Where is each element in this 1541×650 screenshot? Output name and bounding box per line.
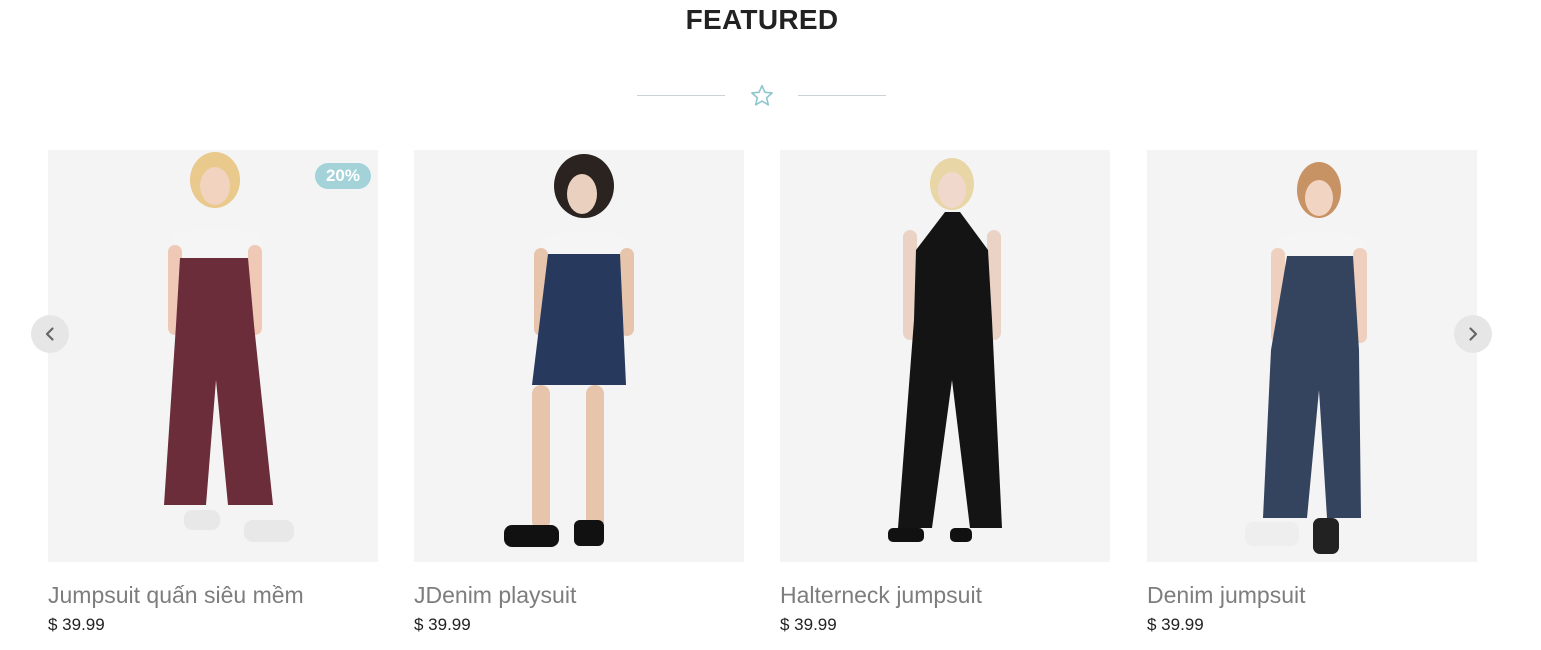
product-image[interactable] xyxy=(414,150,744,562)
model-denim-playsuit-photo xyxy=(504,154,634,547)
chevron-right-icon xyxy=(1469,327,1478,341)
product-card[interactable]: Denim jumpsuit $ 39.99 xyxy=(1147,150,1477,640)
product-card[interactable]: Halterneck jumpsuit $ 39.99 xyxy=(780,150,1110,640)
model-wine-jumpsuit-photo xyxy=(164,152,294,542)
carousel-next-button[interactable] xyxy=(1454,315,1492,353)
product-image[interactable] xyxy=(780,150,1110,562)
product-card[interactable]: 20% Jumpsuit quấn siêu mềm $ 39.99 xyxy=(48,150,378,640)
product-name[interactable]: Halterneck jumpsuit xyxy=(780,582,982,609)
product-image[interactable]: 20% xyxy=(48,150,378,562)
model-black-halterneck-jumpsuit-photo xyxy=(888,158,1002,542)
product-price: $ 39.99 xyxy=(48,615,105,634)
product-name[interactable]: Jumpsuit quấn siêu mềm xyxy=(48,582,304,609)
star-outline-icon xyxy=(751,84,773,106)
carousel-prev-button[interactable] xyxy=(31,315,69,353)
product-image[interactable] xyxy=(1147,150,1477,562)
chevron-left-icon xyxy=(45,327,54,341)
product-name[interactable]: Denim jumpsuit xyxy=(1147,582,1306,609)
product-card[interactable]: JDenim playsuit $ 39.99 xyxy=(414,150,744,640)
product-carousel: 20% Jumpsuit quấn siêu mềm $ 39.99 JDeni… xyxy=(0,150,1541,650)
product-price: $ 39.99 xyxy=(780,615,837,634)
product-price: $ 39.99 xyxy=(1147,615,1204,634)
product-name[interactable]: JDenim playsuit xyxy=(414,582,576,609)
section-title: FEATURED xyxy=(685,4,839,35)
model-denim-overall-jumpsuit-photo xyxy=(1245,162,1369,554)
featured-section: FEATURED 20% Jumpsuit quấn siêu mềm $ 39… xyxy=(0,0,1541,650)
divider-line-left xyxy=(637,95,725,96)
product-price: $ 39.99 xyxy=(414,615,471,634)
divider-line-right xyxy=(798,95,886,96)
title-divider xyxy=(637,82,887,110)
discount-badge: 20% xyxy=(314,163,371,189)
